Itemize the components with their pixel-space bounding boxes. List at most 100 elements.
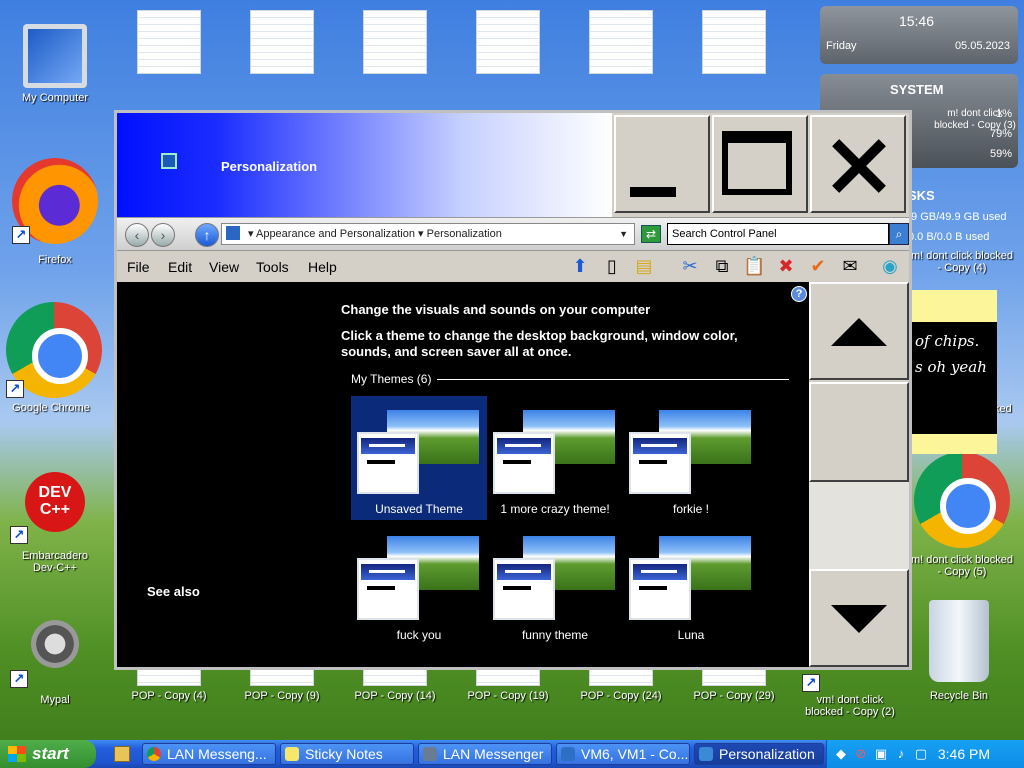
desktop-icon-recycle-bin[interactable]: Recycle Bin bbox=[914, 600, 1004, 702]
desktop-doc-1[interactable] bbox=[124, 10, 214, 78]
desktop-icon-mypal[interactable]: ↗ Mypal bbox=[10, 602, 100, 706]
chrome-icon bbox=[147, 747, 161, 761]
title-bar[interactable]: Personalization bbox=[117, 113, 612, 217]
taskbar-button-lan-messenger-chrome[interactable]: LAN Messeng... bbox=[142, 743, 276, 765]
theme-label: Luna bbox=[677, 628, 705, 642]
clock-gadget: 15:46 Friday 05.05.2023 bbox=[820, 6, 1018, 64]
desktop-icon-pop-9[interactable]: POP - Copy (9) bbox=[237, 668, 327, 702]
personalization-window: Personalization ‹ › ↑ ▾ Appearance and P… bbox=[114, 110, 912, 670]
taskbar-button-personalization[interactable]: Personalization bbox=[694, 743, 824, 765]
bookmark-icon[interactable]: ◆ bbox=[833, 746, 849, 762]
refresh-button[interactable]: ⇄ bbox=[641, 225, 661, 243]
desktop-icon-vm-copy-2[interactable]: ↗ vm! dont click blocked - Copy (2) bbox=[798, 668, 902, 718]
theme-luna[interactable]: Luna bbox=[623, 522, 759, 646]
desktop-icon-pop-14[interactable]: POP - Copy (14) bbox=[350, 668, 440, 702]
taskbar: start LAN Messeng... Sticky Notes LAN Me… bbox=[0, 740, 1024, 768]
forward-button[interactable]: › bbox=[151, 223, 175, 247]
menu-tools[interactable]: Tools bbox=[256, 259, 289, 275]
desktop-icon-pop-19[interactable]: POP - Copy (19) bbox=[463, 668, 553, 702]
gadget-day: Friday bbox=[826, 40, 857, 52]
vertical-scrollbar[interactable] bbox=[809, 282, 909, 667]
page-heading: Change the visuals and sounds on your co… bbox=[341, 302, 651, 317]
up-button[interactable]: ↑ bbox=[195, 223, 219, 247]
my-themes-group-label: My Themes (6) bbox=[351, 372, 432, 386]
breadcrumb-personalization[interactable]: Personalization bbox=[427, 228, 502, 240]
scroll-up-button[interactable] bbox=[809, 282, 909, 380]
search-input[interactable]: Search Control Panel bbox=[667, 223, 889, 245]
scroll-track[interactable] bbox=[809, 482, 909, 569]
scroll-thumb[interactable] bbox=[809, 382, 909, 482]
taskbar-button-lan-messenger[interactable]: LAN Messenger bbox=[418, 743, 552, 765]
desktop-doc-3[interactable] bbox=[350, 10, 440, 78]
system-tray: ◆ ⊘ ▣ ♪ ▢ 3:46 PM bbox=[826, 740, 1024, 768]
theme-crazy[interactable]: 1 more crazy theme! bbox=[487, 396, 623, 520]
scroll-down-button[interactable] bbox=[809, 569, 909, 667]
theme-4[interactable]: fuck you bbox=[351, 522, 487, 646]
paste-icon[interactable]: 📋 bbox=[743, 255, 765, 277]
sticky-note-text: of chips. s oh yeah bbox=[911, 322, 997, 434]
properties-icon[interactable]: ✔ bbox=[807, 255, 829, 277]
address-toolbar: ‹ › ↑ ▾ Appearance and Personalization ▾… bbox=[117, 217, 909, 251]
desktop-doc-2[interactable] bbox=[237, 10, 327, 78]
theme-label: funny theme bbox=[521, 628, 589, 642]
theme-window-preview bbox=[493, 432, 555, 494]
taskbar-button-label: Personalization bbox=[719, 746, 815, 762]
start-button[interactable]: start bbox=[0, 740, 96, 768]
theme-unsaved[interactable]: Unsaved Theme bbox=[351, 396, 487, 520]
theme-forkie[interactable]: forkie ! bbox=[623, 396, 759, 520]
views-icon[interactable]: ▤ bbox=[633, 255, 655, 277]
cut-icon[interactable]: ✂ bbox=[679, 255, 701, 277]
desktop-icon-devcpp[interactable]: DEV C++ ↗ Embarcadero Dev-C++ bbox=[10, 458, 100, 574]
desktop-doc-6[interactable] bbox=[689, 10, 779, 78]
theme-window-preview bbox=[493, 558, 555, 620]
show-desktop-icon[interactable] bbox=[114, 746, 130, 762]
shell-icon[interactable]: ◉ bbox=[879, 255, 901, 277]
desktop-icon-chrome[interactable]: ↗ Google Chrome bbox=[6, 302, 102, 414]
minimize-button[interactable] bbox=[614, 115, 710, 213]
taskbar-button-vm[interactable]: VM6, VM1 - Co... bbox=[556, 743, 690, 765]
network-blocked-icon[interactable]: ⊘ bbox=[853, 746, 869, 762]
taskbar-clock[interactable]: 3:46 PM bbox=[938, 746, 990, 762]
maximize-button[interactable] bbox=[712, 115, 808, 213]
desktop-icon-pop-24[interactable]: POP - Copy (24) bbox=[576, 668, 666, 702]
desktop-doc-5[interactable] bbox=[576, 10, 666, 78]
security-icon[interactable]: ▢ bbox=[913, 746, 929, 762]
document-icon bbox=[702, 668, 766, 686]
document-icon bbox=[137, 668, 201, 686]
folders-pane-icon[interactable]: ▯ bbox=[601, 255, 623, 277]
delete-icon[interactable]: ✖ bbox=[775, 255, 797, 277]
menu-edit[interactable]: Edit bbox=[168, 259, 192, 275]
up-folder-icon[interactable]: ⬆ bbox=[569, 255, 591, 277]
desktop-doc-4[interactable] bbox=[463, 10, 553, 78]
taskbar-button-sticky-notes[interactable]: Sticky Notes bbox=[280, 743, 414, 765]
start-label: start bbox=[32, 744, 69, 763]
group-divider bbox=[437, 379, 789, 380]
menu-view[interactable]: View bbox=[209, 259, 239, 275]
breadcrumb-appearance[interactable]: Appearance and Personalization bbox=[256, 228, 415, 240]
theme-funny[interactable]: funny theme bbox=[487, 522, 623, 646]
close-button[interactable] bbox=[810, 115, 906, 213]
desktop-icon-label: POP - Copy (4) bbox=[131, 690, 207, 702]
volume-icon[interactable]: ♪ bbox=[893, 746, 909, 762]
menu-help[interactable]: Help bbox=[308, 259, 337, 275]
search-icon[interactable]: ⌕ bbox=[889, 223, 909, 245]
sticky-note[interactable]: of chips. s oh yeah bbox=[905, 290, 997, 454]
back-button[interactable]: ‹ bbox=[125, 223, 149, 247]
desktop-icon-pop-4[interactable]: POP - Copy (4) bbox=[124, 668, 214, 702]
desktop-icon-pop-29[interactable]: POP - Copy (29) bbox=[689, 668, 779, 702]
desktop-icon-chrome-right[interactable]: m! dont click blocked - Copy (5) bbox=[910, 452, 1014, 578]
copy-icon[interactable]: ⧉ bbox=[711, 255, 733, 277]
desktop-icon-firefox[interactable]: ↗ Firefox bbox=[10, 158, 100, 266]
help-icon[interactable]: ? bbox=[791, 286, 807, 302]
chevron-down-icon[interactable]: ▼ bbox=[619, 224, 628, 244]
menu-file[interactable]: File bbox=[127, 259, 150, 275]
printer-icon[interactable]: ▣ bbox=[873, 746, 889, 762]
computer-icon bbox=[23, 24, 87, 88]
email-icon[interactable]: ✉ bbox=[839, 255, 861, 277]
desktop-icon-label: Google Chrome bbox=[12, 402, 90, 414]
desktop-icon-my-computer[interactable]: My Computer bbox=[10, 24, 100, 104]
address-bar[interactable]: ▾ Appearance and Personalization ▾ Perso… bbox=[221, 223, 635, 245]
gadget-time: 15:46 bbox=[898, 13, 934, 29]
document-icon bbox=[137, 10, 201, 74]
desktop-icon-label: My Computer bbox=[21, 92, 89, 104]
